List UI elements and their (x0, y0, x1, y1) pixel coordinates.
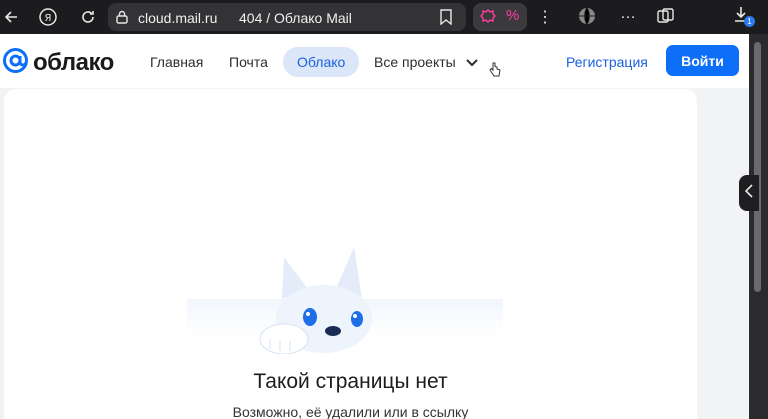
login-button[interactable]: Войти (666, 45, 739, 76)
error-subtitle: Возможно, её удалили или в ссылку (232, 404, 469, 419)
more-horizontal-icon[interactable]: … (620, 5, 636, 23)
site-header: облако Главная Почта Облако Все проекты … (0, 34, 749, 88)
nav-item-label: Главная (150, 54, 204, 70)
url-text: cloud.mail.ru (138, 10, 218, 26)
nav-item-main[interactable]: Главная (150, 47, 203, 77)
extension-pink-icon[interactable] (479, 8, 497, 31)
back-icon[interactable] (1, 6, 23, 28)
chevron-down-icon (466, 54, 478, 70)
collections-icon[interactable] (657, 8, 675, 29)
at-sign-icon (2, 47, 29, 79)
reload-icon[interactable] (77, 6, 99, 28)
svg-text:Я: Я (45, 13, 52, 24)
address-bar[interactable]: cloud.mail.ru 404 / Облако Mail (108, 3, 466, 31)
nav-item-mail[interactable]: Почта (229, 47, 268, 77)
browser-toolbar: Я cloud.mail.ru 404 / Облако Mail % ⋮ … … (0, 0, 768, 34)
bookmark-icon[interactable] (440, 9, 452, 30)
nav-item-cloud[interactable]: Облако (283, 47, 360, 77)
sidebar-toggle[interactable] (739, 175, 759, 211)
page-scrollbar[interactable] (749, 34, 768, 419)
nav-item-all-projects[interactable]: Все проекты (374, 47, 478, 77)
logo[interactable]: облако (2, 47, 114, 79)
globe-icon[interactable] (578, 7, 596, 30)
yandex-icon[interactable]: Я (37, 6, 59, 28)
mascot-illustration (244, 239, 394, 359)
percent-icon[interactable]: % (506, 7, 519, 24)
lock-icon (116, 10, 128, 29)
nav-item-label: Почта (229, 54, 268, 70)
error-title: Такой страницы нет (253, 370, 448, 393)
logo-text: облако (33, 49, 114, 76)
nav-item-label: Облако (297, 54, 346, 70)
hand-cursor-icon (489, 61, 501, 82)
register-link[interactable]: Регистрация (566, 47, 648, 77)
more-vertical-icon[interactable]: ⋮ (537, 7, 553, 27)
nav-item-label: Все проекты (374, 54, 456, 70)
chevron-left-icon (744, 183, 753, 203)
error-card: Такой страницы нет Возможно, её удалили … (4, 89, 697, 419)
scrollbar-thumb[interactable] (754, 42, 761, 292)
download-badge: 1 (744, 16, 755, 27)
extensions-group: % (473, 3, 527, 31)
page-content: облако Главная Почта Облако Все проекты … (0, 34, 749, 419)
tab-title: 404 / Облако Mail (239, 10, 352, 26)
